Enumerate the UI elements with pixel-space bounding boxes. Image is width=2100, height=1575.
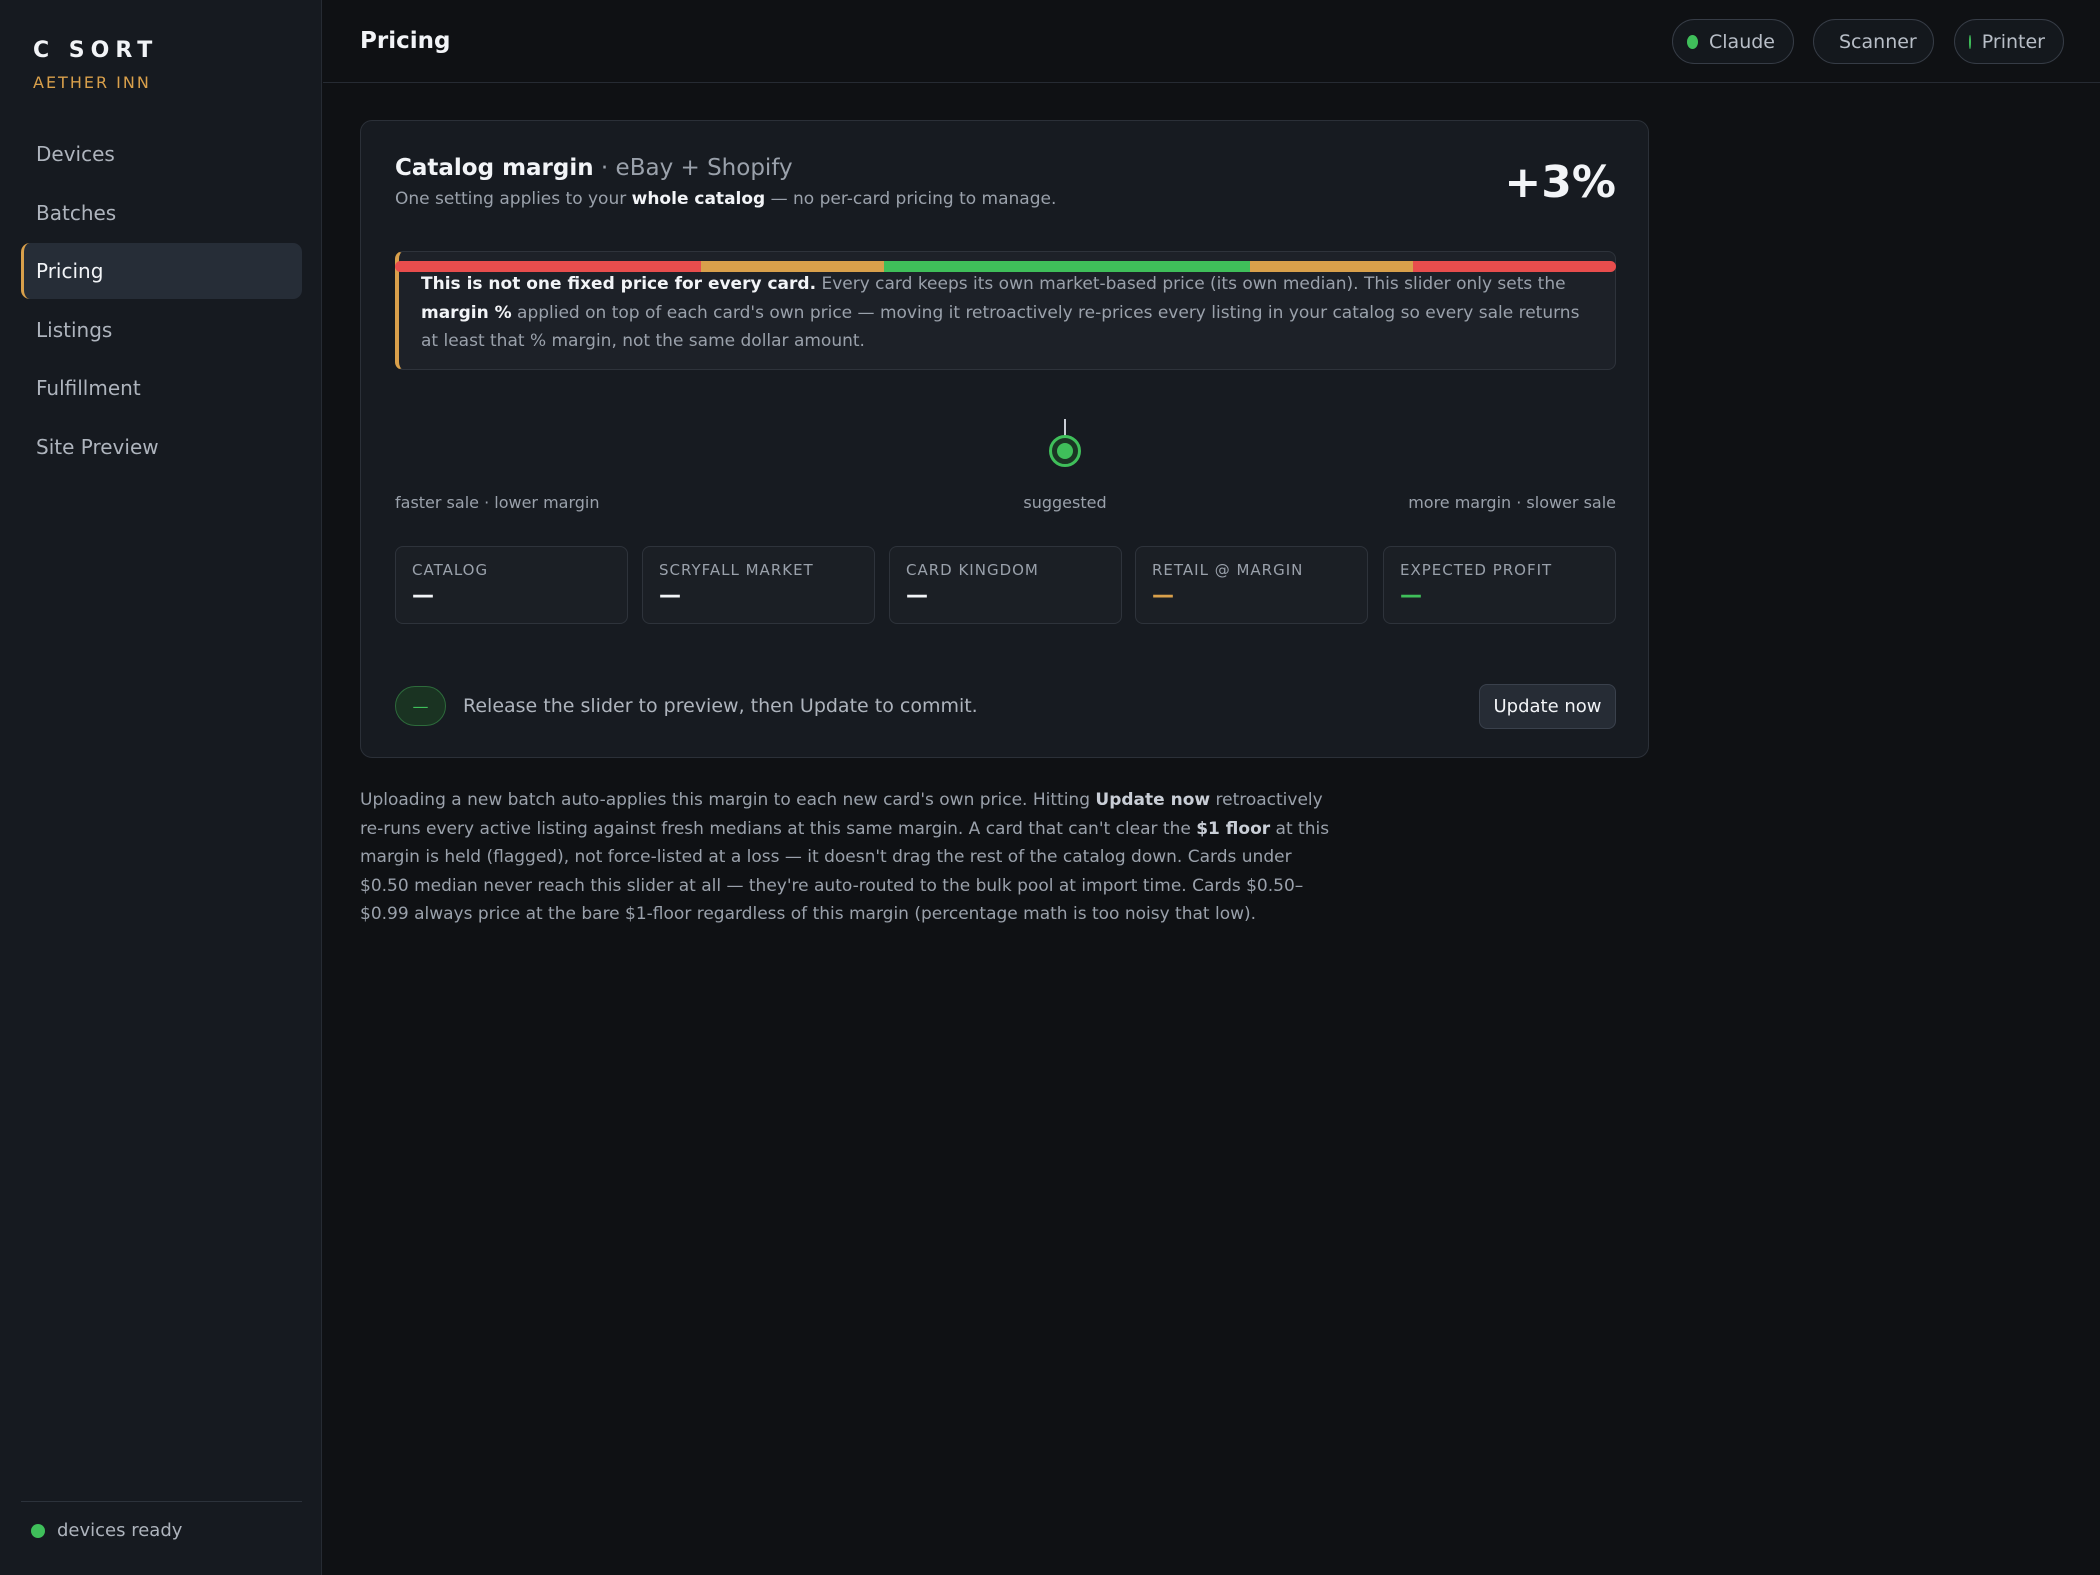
footnote-text: Uploading a new batch auto-applies this … <box>360 790 1096 810</box>
card-subtitle-post: — no per-card pricing to manage. <box>765 189 1057 209</box>
footnote-em: Update now <box>1095 790 1211 810</box>
top-bar: Pricing Claude Scanner Printer <box>323 0 2100 83</box>
slider-label-left: faster sale · lower margin <box>395 493 600 512</box>
slider-track-suggested[interactable] <box>884 261 1250 272</box>
notice-lead: This is not one fixed price for every ca… <box>421 274 817 294</box>
stat-label: CATALOG <box>412 561 489 579</box>
sidebar-item-listings[interactable]: Listings <box>21 302 302 358</box>
slider-track-mid-high[interactable] <box>1250 261 1413 272</box>
devices-status: devices ready <box>31 1520 182 1541</box>
stat-scryfall-market: SCRYFALL MARKET — <box>642 546 875 624</box>
sidebar-item-site-preview[interactable]: Site Preview <box>21 419 302 475</box>
card-subtitle-em: whole catalog <box>631 189 766 209</box>
stat-retail-at-margin: RETAIL @ MARGIN — <box>1135 546 1368 624</box>
status-dot-icon <box>1969 34 1971 49</box>
device-pill-scanner[interactable]: Scanner <box>1813 19 1934 64</box>
margin-slider-thumb[interactable] <box>1049 435 1081 467</box>
stat-label: EXPECTED PROFIT <box>1400 561 1553 579</box>
notice-em: margin % <box>421 302 512 323</box>
app-logo-title: C SORT <box>33 38 159 63</box>
stat-expected-profit: EXPECTED PROFIT — <box>1383 546 1616 624</box>
device-pill-label: Scanner <box>1839 30 1917 53</box>
stat-value: — <box>1152 583 1174 608</box>
slider-label-right: more margin · slower sale <box>1408 493 1616 512</box>
page-title: Pricing <box>360 28 451 54</box>
stat-value: — <box>659 583 681 608</box>
device-pill-printer[interactable]: Printer <box>1954 19 2064 64</box>
sidebar-nav: Devices Batches Pricing Listings Fulfill… <box>21 126 302 477</box>
footnote-em: $1 floor <box>1196 818 1271 839</box>
stat-label: CARD KINGDOM <box>906 561 1039 579</box>
stat-value: — <box>412 583 434 608</box>
status-dot-icon <box>31 1523 45 1538</box>
card-subtitle: One setting applies to your whole catalo… <box>395 189 1056 209</box>
slider-track-low[interactable] <box>395 261 701 272</box>
devices-status-label: devices ready <box>57 1520 183 1541</box>
notice-text-2: applied on top of each card's own price … <box>421 302 1580 352</box>
preview-hint-text: Release the slider to preview, then Upda… <box>463 695 978 717</box>
card-title: Catalog margin · eBay + Shopify <box>395 155 793 181</box>
sidebar-item-pricing[interactable]: Pricing <box>21 243 302 299</box>
stat-catalog: CATALOG — <box>395 546 628 624</box>
sidebar-item-devices[interactable]: Devices <box>21 126 302 182</box>
device-pill-label: Claude <box>1709 30 1775 53</box>
price-stats: CATALOG — SCRYFALL MARKET — CARD KINGDOM… <box>395 546 1616 624</box>
card-subtitle-pre: One setting applies to your <box>395 189 632 209</box>
status-dot-icon <box>1687 34 1699 49</box>
stat-value: — <box>1400 583 1422 608</box>
stat-card-kingdom: CARD KINGDOM — <box>889 546 1122 624</box>
update-now-button[interactable]: Update now <box>1479 684 1616 729</box>
preview-status-badge: — <box>395 686 446 726</box>
card-title-channels: · eBay + Shopify <box>593 155 793 181</box>
app-logo-subtitle: AETHER INN <box>33 73 151 92</box>
margin-percent-value: +3% <box>1504 157 1616 208</box>
catalog-margin-card: Catalog margin · eBay + Shopify One sett… <box>360 120 1649 758</box>
slider-track-high[interactable] <box>1413 261 1616 272</box>
stat-label: RETAIL @ MARGIN <box>1152 561 1304 579</box>
notice-text: Every card keeps its own market-based pr… <box>816 274 1566 294</box>
device-pill-label: Printer <box>1981 30 2045 53</box>
sidebar-item-batches[interactable]: Batches <box>21 185 302 241</box>
card-title-main: Catalog margin <box>395 155 594 181</box>
slider-track-mid-low[interactable] <box>701 261 884 272</box>
sidebar-divider <box>21 1501 302 1502</box>
pricing-footnote: Uploading a new batch auto-applies this … <box>360 786 1330 929</box>
sidebar: C SORT AETHER INN Devices Batches Pricin… <box>0 0 322 1575</box>
slider-label-center: suggested <box>1023 493 1107 512</box>
device-pill-claude[interactable]: Claude <box>1672 19 1794 64</box>
sidebar-item-fulfillment[interactable]: Fulfillment <box>21 360 302 416</box>
stat-label: SCRYFALL MARKET <box>659 561 814 579</box>
stat-value: — <box>906 583 928 608</box>
